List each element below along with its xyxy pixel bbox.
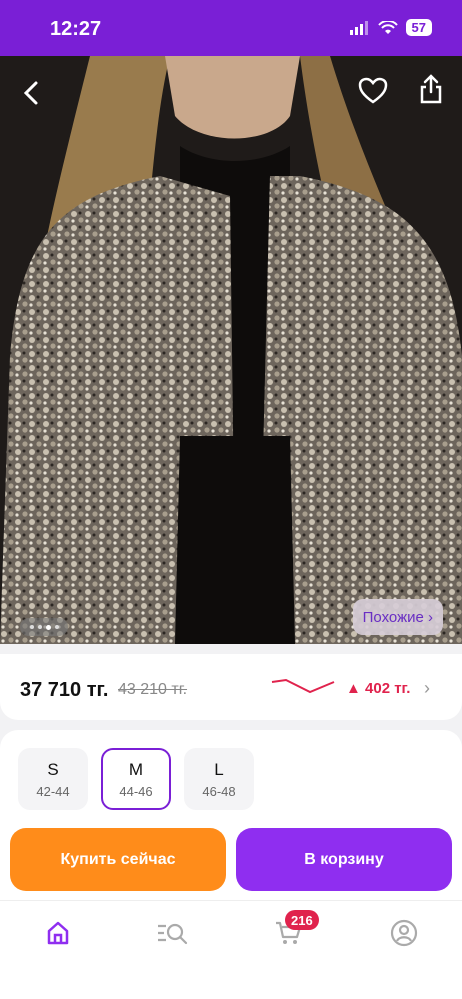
buy-now-button[interactable]: Купить сейчас (10, 828, 226, 891)
share-icon (420, 74, 442, 104)
tab-catalog[interactable] (152, 915, 192, 951)
bottom-tab-bar (0, 900, 462, 999)
status-icons: 57 (349, 19, 432, 36)
product-photo[interactable]: Похожие › (0, 56, 462, 644)
wifi-icon (377, 20, 398, 34)
size-letter: S (47, 759, 59, 779)
cart-badge: 216 (285, 910, 319, 930)
status-time: 12:27 (50, 18, 102, 40)
heart-icon (358, 77, 388, 104)
signal-icon (349, 20, 368, 35)
size-option-s[interactable]: S 42-44 (18, 748, 88, 810)
profile-icon (390, 919, 418, 947)
price-card[interactable]: 37 710 тг. 43 210 тг. ▲ 402 тг. › (0, 654, 462, 720)
size-range: 44-46 (119, 783, 153, 799)
chevron-right-icon: › (424, 678, 430, 698)
share-button[interactable] (414, 72, 448, 106)
add-to-cart-button[interactable]: В корзину (236, 828, 452, 891)
price-change: ▲ 402 тг. (346, 680, 411, 697)
jacket-image (0, 56, 462, 644)
tab-profile[interactable] (384, 915, 424, 951)
status-bar: 12:27 57 (0, 0, 462, 56)
price-history-sparkline (271, 678, 335, 694)
current-price: 37 710 тг. (20, 679, 109, 701)
photo-pager[interactable] (20, 618, 68, 636)
size-range: 42-44 (36, 783, 70, 799)
home-icon (47, 921, 69, 945)
old-price: 43 210 тг. (118, 681, 188, 698)
back-button[interactable] (14, 76, 48, 110)
pager-dot (54, 625, 59, 629)
pager-dot-active (45, 624, 51, 630)
size-range: 46-48 (202, 783, 236, 799)
battery-indicator: 57 (405, 19, 432, 36)
size-letter: L (214, 759, 224, 779)
similar-button[interactable]: Похожие › (352, 599, 443, 635)
back-arrow-icon (23, 81, 38, 105)
tab-home[interactable] (38, 915, 78, 951)
favorite-button[interactable] (356, 74, 390, 108)
size-letter: M (128, 759, 144, 779)
pager-dot (37, 625, 42, 629)
catalog-search-icon (158, 923, 188, 945)
size-option-l[interactable]: L 46-48 (184, 748, 254, 810)
size-option-m[interactable]: M 44-46 (101, 748, 171, 810)
pager-dot (29, 625, 34, 629)
